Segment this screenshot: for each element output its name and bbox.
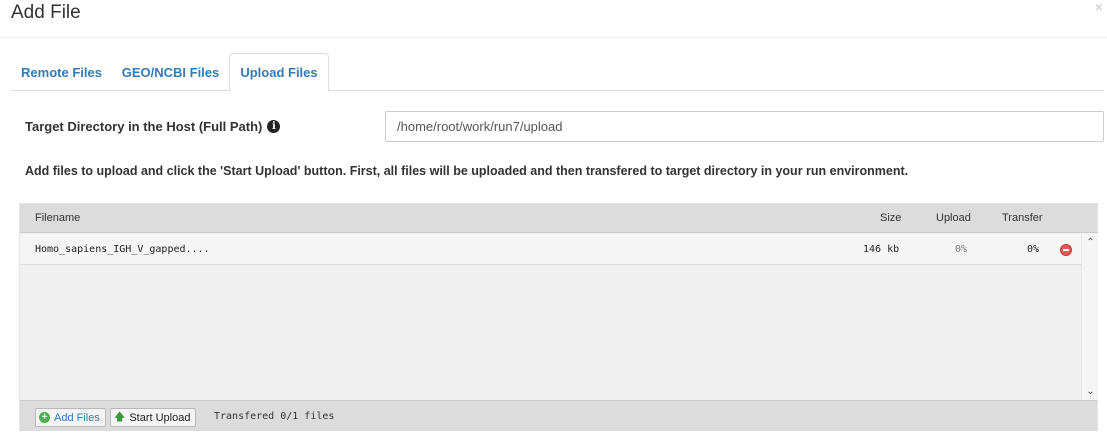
chevron-up-icon[interactable]: ⌃ (1084, 236, 1097, 249)
file-uploader: Filename Size Upload Transfer Homo_sapie… (19, 203, 1098, 431)
start-upload-button[interactable]: 🡅 Start Upload (110, 408, 197, 427)
target-directory-label: Target Directory in the Host (Full Path)… (25, 119, 281, 134)
start-upload-label: Start Upload (129, 411, 191, 424)
add-files-label: Add Files (54, 411, 100, 424)
info-circle-icon[interactable]: i (267, 120, 281, 133)
plus-circle-icon: + (39, 412, 50, 423)
tab-upload-files[interactable]: Upload Files (229, 53, 329, 92)
tab-geo-ncbi-files[interactable]: GEO/NCBI Files (112, 53, 229, 91)
file-list-scrollbar[interactable]: ⌃ ⌄ (1081, 234, 1098, 400)
uploader-header: Filename Size Upload Transfer (20, 204, 1097, 233)
column-transfer: Transfer (1002, 212, 1043, 224)
file-size: 146 kb (863, 244, 900, 255)
tab-bar: Remote Files GEO/NCBI Files Upload Files (11, 53, 1104, 92)
column-upload: Upload (936, 212, 971, 224)
file-transfer-progress: 0% (1027, 244, 1040, 255)
column-filename: Filename (35, 212, 81, 224)
dialog-title: Add File (11, 2, 81, 23)
file-row: Homo_sapiens_IGH_V_gapped.... 146 kb 0% … (20, 234, 1081, 265)
uploader-footer: + Add Files 🡅 Start Upload Transfered 0/… (20, 400, 1097, 431)
arrow-up-icon: 🡅 (114, 411, 126, 423)
add-files-button[interactable]: + Add Files (35, 408, 106, 427)
header-divider (0, 37, 1107, 38)
column-size: Size (880, 212, 902, 224)
target-directory-label-text: Target Directory in the Host (Full Path) (25, 119, 263, 134)
file-name: Homo_sapiens_IGH_V_gapped.... (35, 244, 210, 255)
tab-remote-files[interactable]: Remote Files (11, 53, 112, 91)
remove-file-icon[interactable] (1060, 244, 1072, 256)
upload-instructions: Add files to upload and click the 'Start… (25, 164, 909, 178)
target-directory-input[interactable] (385, 111, 1104, 142)
close-icon[interactable]: × (1095, 0, 1103, 14)
file-upload-progress: 0% (955, 244, 968, 255)
chevron-down-icon[interactable]: ⌄ (1084, 385, 1097, 398)
transfer-status: Transfered 0/1 files (214, 411, 335, 422)
